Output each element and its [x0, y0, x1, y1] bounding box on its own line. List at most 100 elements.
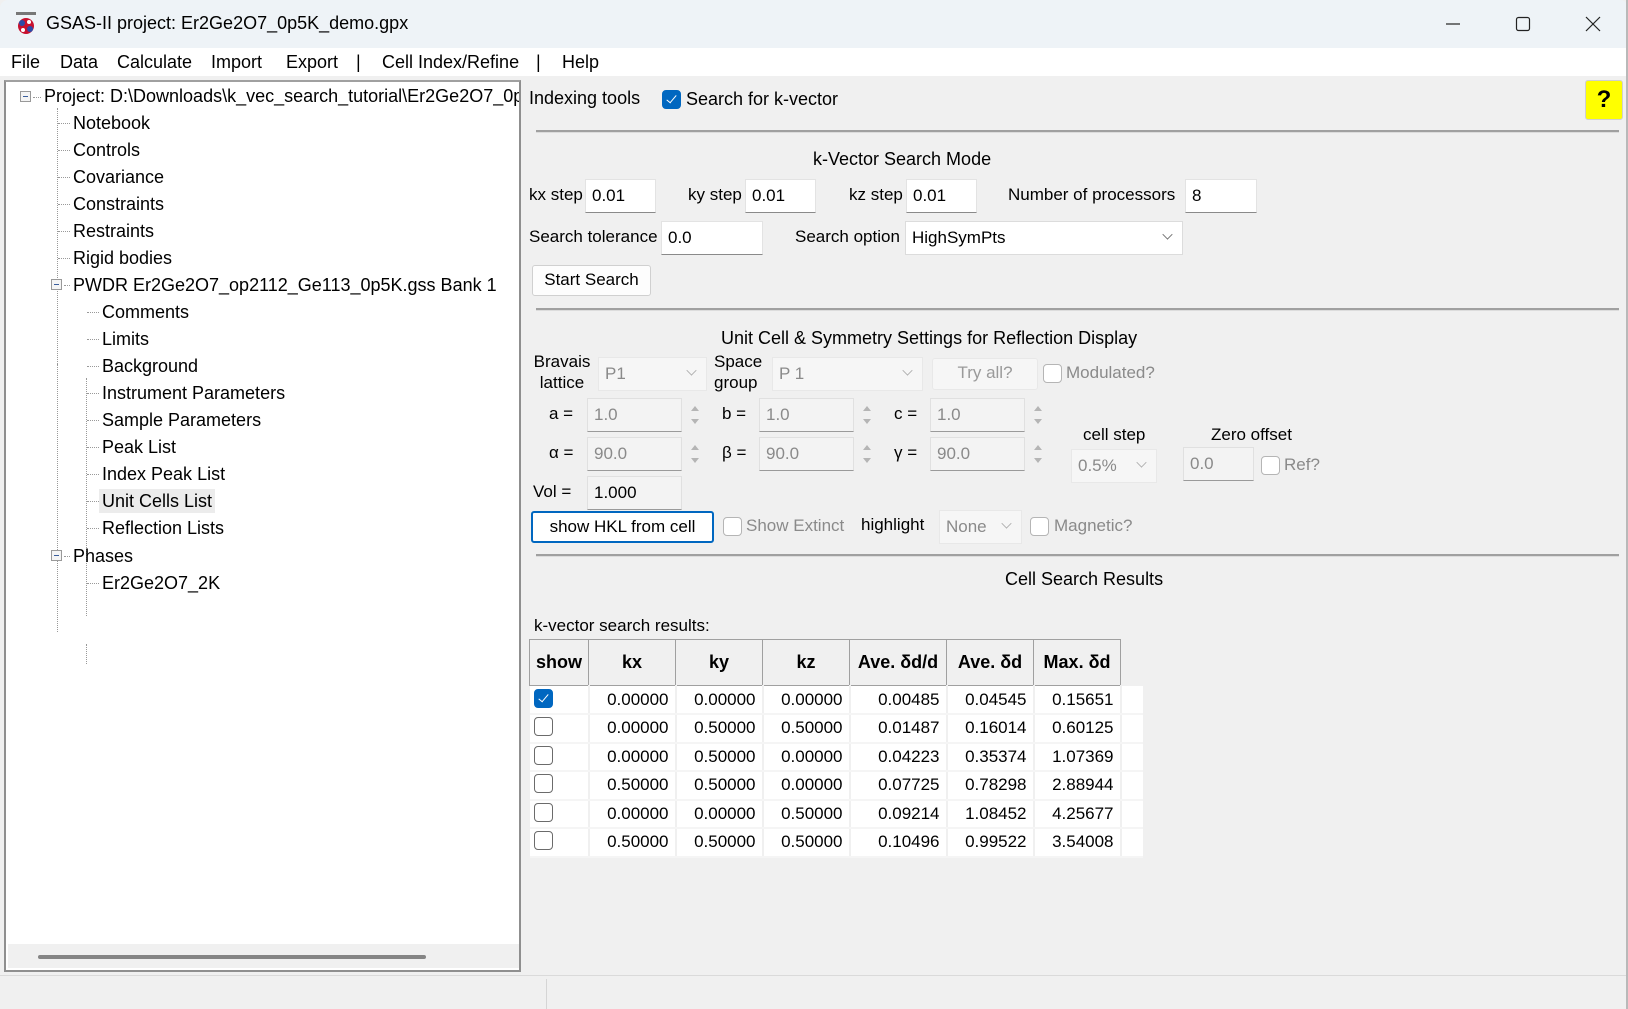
show-checkbox[interactable] — [533, 831, 553, 851]
kx-step-field[interactable]: 0.01 — [585, 179, 656, 213]
start-search-button[interactable]: Start Search — [532, 265, 651, 296]
horizontal-scrollbar[interactable] — [8, 944, 519, 968]
tolerance-field[interactable]: 0.0 — [661, 221, 763, 255]
tree-item-controls[interactable]: Controls — [73, 138, 140, 162]
tree-item-phase[interactable]: Er2Ge2O7_2K — [102, 571, 220, 595]
table-row: 0.00000 0.00000 0.50000 0.09214 1.08452 4.256… — [529, 799, 1143, 829]
tree-item-background[interactable]: Background — [102, 354, 198, 378]
data-tree[interactable]: Project: D:\Downloads\k_vec_search_tutor… — [4, 80, 521, 972]
b-spinner[interactable] — [858, 398, 876, 432]
show-extinct-checkbox[interactable] — [723, 517, 742, 536]
column-header-show[interactable]: show — [528, 639, 590, 686]
scrollbar-thumb[interactable] — [38, 955, 426, 959]
minimize-button[interactable] — [1418, 0, 1488, 48]
gamma-spinner[interactable] — [1029, 437, 1047, 471]
zero-offset-label: Zero offset — [1211, 425, 1292, 444]
bravais-dropdown[interactable]: P1 — [598, 357, 707, 391]
column-header-kz[interactable]: kz — [762, 639, 851, 686]
modulated-label: Modulated? — [1066, 363, 1155, 382]
c-field[interactable]: 1.0 — [930, 398, 1025, 432]
alpha-spinner[interactable] — [686, 437, 704, 471]
tree-item-index-peak-list[interactable]: Index Peak List — [102, 462, 225, 486]
menu-export[interactable]: Export — [286, 52, 338, 73]
help-button[interactable]: ? — [1585, 80, 1623, 120]
a-spinner[interactable] — [686, 398, 704, 432]
chevron-down-icon — [1136, 457, 1147, 468]
collapse-icon[interactable] — [20, 91, 31, 102]
beta-spinner[interactable] — [858, 437, 876, 471]
highlight-value: None — [946, 517, 987, 536]
tree-item-notebook[interactable]: Notebook — [73, 111, 150, 135]
gamma-field[interactable]: 90.0 — [930, 437, 1025, 471]
menu-file[interactable]: File — [11, 52, 40, 73]
tree-item-reflection-lists[interactable]: Reflection Lists — [102, 516, 224, 540]
tree-item-comments[interactable]: Comments — [102, 300, 189, 324]
search-kvec-label[interactable]: Search for k-vector — [686, 89, 838, 110]
tree-item-constraints[interactable]: Constraints — [73, 192, 164, 216]
menu-data[interactable]: Data — [60, 52, 98, 73]
search-kvec-checkbox[interactable] — [662, 90, 681, 109]
tree-item-unit-cells-list[interactable]: Unit Cells List — [99, 489, 216, 513]
a-field[interactable]: 1.0 — [587, 398, 682, 432]
tree-item-project[interactable]: Project: D:\Downloads\k_vec_search_tutor… — [44, 84, 519, 108]
alpha-field[interactable]: 90.0 — [587, 437, 682, 471]
collapse-icon[interactable] — [51, 550, 62, 561]
show-hkl-button[interactable]: show HKL from cell — [531, 511, 714, 543]
column-header-ave-dd-d[interactable]: Ave. δd/d — [849, 639, 948, 686]
tree-item-pwdr[interactable]: PWDR Er2Ge2O7_op2112_Ge113_0p5K.gss Bank… — [73, 273, 497, 297]
try-all-button[interactable]: Try all? — [932, 358, 1038, 390]
close-button[interactable] — [1558, 0, 1628, 48]
column-header-max-dd[interactable]: Max. δd — [1033, 639, 1122, 686]
tree-connector — [58, 177, 70, 178]
tree-item-peak-list[interactable]: Peak List — [102, 435, 176, 459]
column-header-ave-dd[interactable]: Ave. δd — [946, 639, 1035, 686]
menu-import[interactable]: Import — [211, 52, 262, 73]
nproc-field[interactable]: 8 — [1185, 179, 1257, 213]
tree-item-sample-parameters[interactable]: Sample Parameters — [102, 408, 261, 432]
ky-step-field[interactable]: 0.01 — [745, 179, 816, 213]
show-checkbox[interactable] — [533, 802, 553, 822]
collapse-icon[interactable] — [51, 279, 62, 290]
maximize-button[interactable] — [1488, 0, 1558, 48]
tree-item-limits[interactable]: Limits — [102, 327, 149, 351]
spin-up-icon — [1034, 445, 1042, 450]
tree-connector — [58, 258, 70, 259]
show-cell[interactable] — [529, 799, 590, 829]
c-spinner[interactable] — [1029, 398, 1047, 432]
ref-checkbox[interactable] — [1261, 456, 1280, 475]
show-cell[interactable] — [529, 714, 590, 744]
space-group-value: P 1 — [779, 364, 805, 383]
show-checkbox[interactable] — [533, 688, 553, 708]
chevron-down-icon — [1162, 229, 1173, 240]
show-cell[interactable] — [529, 771, 590, 801]
show-checkbox[interactable] — [533, 717, 553, 737]
column-header-ky[interactable]: ky — [675, 639, 764, 686]
tree-item-covariance[interactable]: Covariance — [73, 165, 164, 189]
kz-step-field[interactable]: 0.01 — [906, 179, 977, 213]
show-checkbox[interactable] — [533, 745, 553, 765]
column-header-kx[interactable]: kx — [588, 639, 677, 686]
tree-item-phases[interactable]: Phases — [73, 544, 133, 568]
search-option-dropdown[interactable]: HighSymPts — [905, 221, 1183, 255]
highlight-dropdown[interactable]: None — [939, 510, 1022, 544]
b-field[interactable]: 1.0 — [759, 398, 854, 432]
menu-calculate[interactable]: Calculate — [117, 52, 192, 73]
menu-help[interactable]: Help — [562, 52, 599, 73]
gsas-ii-logo-icon — [14, 12, 38, 36]
show-checkbox[interactable] — [533, 774, 553, 794]
zero-offset-field[interactable]: 0.0 — [1183, 447, 1254, 481]
show-cell[interactable] — [529, 685, 590, 715]
beta-label: β = — [722, 443, 747, 462]
magnetic-checkbox[interactable] — [1030, 517, 1049, 536]
tree-item-rigid-bodies[interactable]: Rigid bodies — [73, 246, 172, 270]
menu-cell-index-refine[interactable]: Cell Index/Refine — [382, 52, 519, 73]
tree-item-instrument-parameters[interactable]: Instrument Parameters — [102, 381, 285, 405]
modulated-checkbox[interactable] — [1043, 364, 1062, 383]
tree-item-restraints[interactable]: Restraints — [73, 219, 154, 243]
space-group-label: Space group — [714, 351, 762, 393]
show-cell[interactable] — [529, 742, 590, 772]
show-cell[interactable] — [529, 828, 590, 858]
beta-field[interactable]: 90.0 — [759, 437, 854, 471]
cell-step-dropdown[interactable]: 0.5% — [1071, 449, 1157, 483]
space-group-dropdown[interactable]: P 1 — [772, 357, 923, 391]
